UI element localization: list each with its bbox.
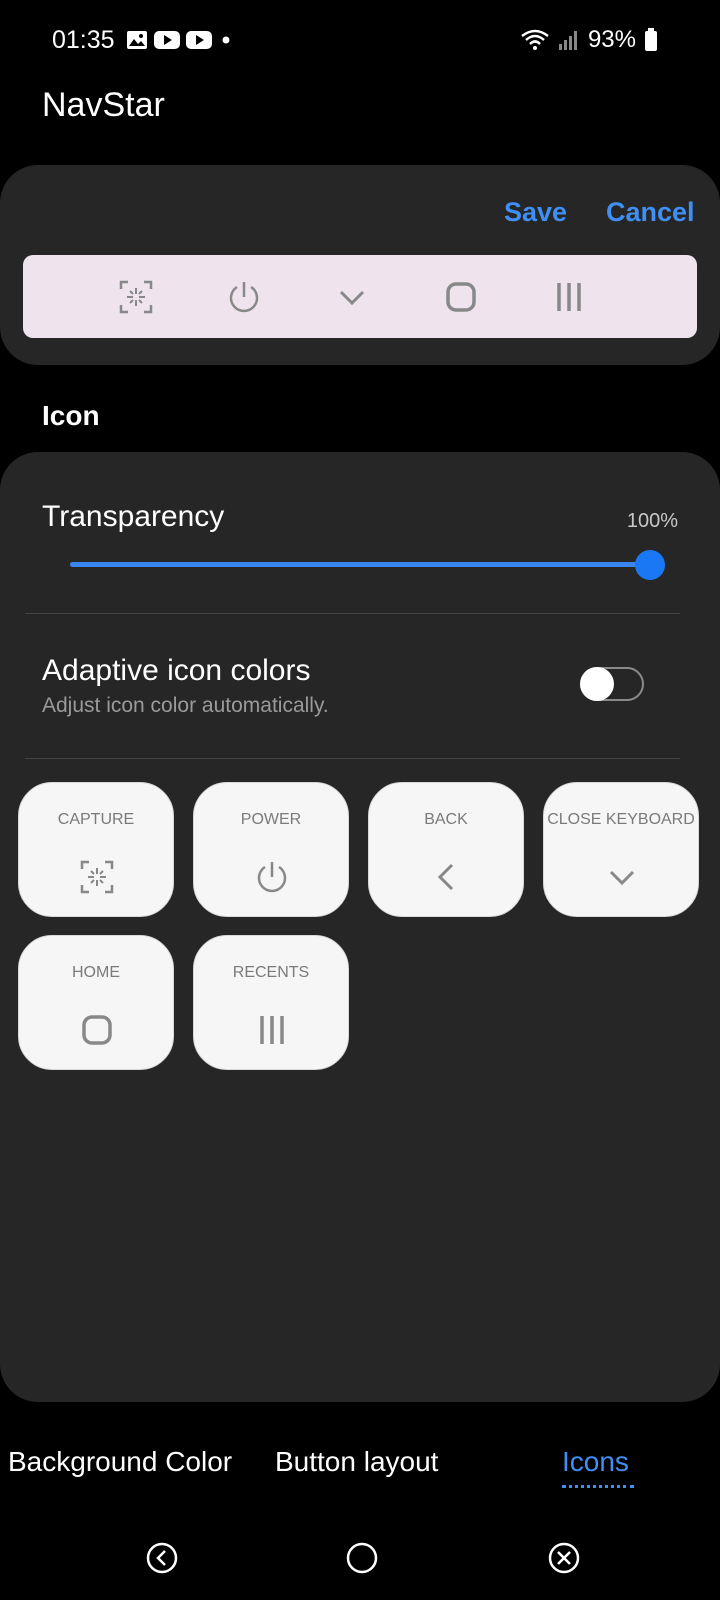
- adaptive-icon-colors-subtitle: Adjust icon color automatically.: [42, 694, 329, 717]
- button-tile-home[interactable]: HOME: [18, 935, 174, 1070]
- back-icon: [437, 863, 454, 891]
- transparency-label: Transparency: [42, 500, 225, 533]
- capture-icon: [119, 280, 153, 314]
- adaptive-icon-colors-label: Adaptive icon colors: [42, 654, 311, 687]
- tile-label: BACK: [424, 811, 468, 828]
- tile-label: HOME: [72, 964, 120, 981]
- button-tile-capture[interactable]: CAPTURE: [18, 782, 174, 917]
- cancel-button[interactable]: Cancel: [606, 197, 695, 228]
- power-icon: [257, 862, 287, 893]
- tab-background-color[interactable]: Background Color: [8, 1446, 232, 1478]
- divider: [25, 613, 680, 614]
- chevron-down-icon: [339, 290, 365, 306]
- signal-icon: [558, 31, 577, 50]
- section-title-icon: Icon: [42, 400, 100, 431]
- tab-button-layout[interactable]: Button layout: [275, 1446, 438, 1478]
- status-bar: 01:35 93%: [0, 0, 720, 84]
- transparency-slider-track[interactable]: [70, 562, 650, 567]
- capture-icon: [80, 860, 114, 894]
- recents-icon: [557, 283, 581, 311]
- wifi-icon: [521, 29, 549, 50]
- divider: [25, 758, 680, 759]
- adaptive-icon-colors-toggle[interactable]: [580, 667, 644, 701]
- button-tile-back[interactable]: BACK: [368, 782, 524, 917]
- save-button[interactable]: Save: [504, 197, 567, 228]
- notification-icons: [126, 30, 234, 50]
- recents-icon: [260, 1016, 284, 1044]
- home-icon: [82, 1015, 112, 1045]
- button-tile-recents[interactable]: RECENTS: [193, 935, 349, 1070]
- gallery-icon: [127, 31, 147, 49]
- toggle-knob: [580, 667, 614, 701]
- system-home-icon[interactable]: [340, 1536, 384, 1580]
- system-back-icon[interactable]: [140, 1536, 184, 1580]
- battery-icon: [645, 28, 657, 51]
- chevron-down-icon: [609, 870, 635, 886]
- youtube-icon: [154, 31, 180, 49]
- app-title: NavStar: [42, 86, 165, 124]
- tile-label: RECENTS: [232, 964, 310, 981]
- button-tile-power[interactable]: POWER: [193, 782, 349, 917]
- navbar-preview: [23, 255, 697, 338]
- icon-settings-panel: [0, 452, 720, 1402]
- tile-label: CAPTURE: [57, 811, 135, 828]
- dot-icon: [222, 36, 230, 44]
- status-right: 93%: [520, 26, 658, 54]
- power-icon: [229, 282, 259, 313]
- youtube-icon: [186, 31, 212, 49]
- status-time: 01:35: [52, 26, 115, 54]
- button-tile-close-keyboard[interactable]: CLOSE KEYBOARD: [543, 782, 699, 917]
- transparency-value: 100%: [626, 510, 678, 532]
- home-icon: [446, 282, 476, 312]
- battery-percent: 93%: [587, 26, 636, 53]
- tile-label: CLOSE KEYBOARD: [547, 811, 695, 828]
- transparency-slider-thumb[interactable]: [635, 550, 665, 580]
- tab-active-indicator: [562, 1485, 634, 1488]
- tab-icons[interactable]: Icons: [562, 1446, 629, 1478]
- tile-label: POWER: [240, 811, 302, 828]
- system-close-icon[interactable]: [542, 1536, 586, 1580]
